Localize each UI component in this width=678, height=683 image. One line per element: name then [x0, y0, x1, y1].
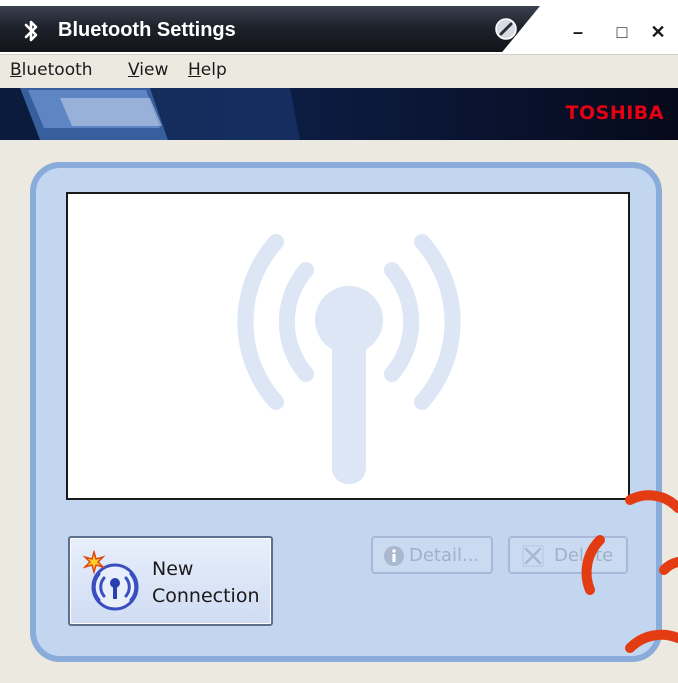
maximize-button[interactable]: □ — [612, 22, 632, 42]
title-bar: Bluetooth Settings – □ ✕ — [0, 0, 678, 54]
detail-button[interactable]: Detail... — [371, 536, 493, 574]
watermark-stamp — [581, 490, 678, 653]
menu-help-label: elp — [200, 60, 227, 80]
menu-bluetooth-label: luetooth — [21, 60, 93, 80]
device-list[interactable] — [66, 192, 630, 500]
delete-icon — [522, 545, 544, 567]
minimize-button[interactable]: – — [568, 22, 588, 42]
laptop-graphic — [0, 88, 300, 140]
window-title: Bluetooth Settings — [58, 19, 236, 41]
menu-view[interactable]: View — [128, 60, 168, 80]
menu-view-accel: V — [128, 60, 140, 80]
menu-help[interactable]: Help — [188, 60, 227, 80]
info-icon — [384, 546, 404, 566]
new-connection-label-line1: New — [152, 558, 194, 580]
pin-icon[interactable] — [494, 17, 518, 41]
new-connection-label: New Connection — [152, 556, 260, 610]
new-connection-label-line2: Connection — [152, 585, 260, 607]
toshiba-logo: TOSHIBA — [565, 102, 664, 124]
menu-view-label: iew — [139, 60, 169, 80]
new-connection-button[interactable]: New Connection — [68, 536, 273, 626]
menu-bluetooth-accel: B — [10, 60, 22, 80]
menu-bar: Bluetooth View Help — [0, 54, 678, 88]
menu-bluetooth[interactable]: Bluetooth — [10, 60, 93, 80]
brand-banner: TOSHIBA — [0, 88, 678, 140]
detail-button-label: Detail... — [409, 545, 480, 566]
bluetooth-icon — [24, 20, 38, 42]
close-button[interactable]: ✕ — [648, 22, 668, 42]
antenna-watermark-icon — [237, 234, 461, 484]
new-connection-icon — [82, 550, 139, 611]
menu-help-accel: H — [188, 60, 201, 80]
